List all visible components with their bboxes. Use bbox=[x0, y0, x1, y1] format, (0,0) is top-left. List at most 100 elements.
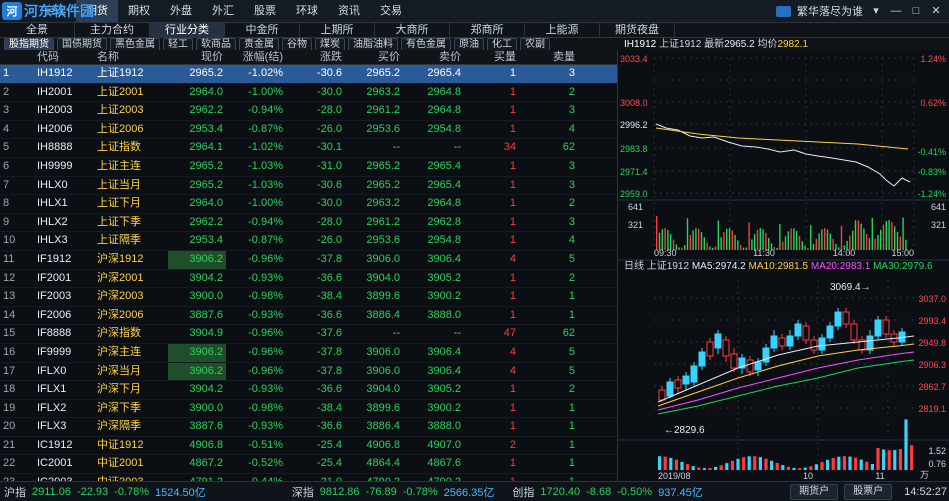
exchange-tabs: 全景 主力合约 行业分类 中金所 上期所 大商所 郑商所 上能源 期货夜盘 bbox=[0, 23, 949, 38]
column-header[interactable]: 卖量 bbox=[519, 50, 578, 64]
table-row[interactable]: 14 IF2006 沪深2006 3887.6 -0.93% -36.6 3886.4 388… bbox=[0, 307, 617, 326]
top-menu-item[interactable]: 股票 bbox=[244, 0, 286, 22]
contract-code: IC2001 bbox=[37, 457, 73, 470]
candle-body bbox=[674, 379, 682, 389]
top-menu-item[interactable]: 环球 bbox=[286, 0, 328, 22]
column-header[interactable]: 买价 bbox=[345, 50, 403, 64]
contract-name: 沪深2001 bbox=[97, 271, 144, 284]
table-row[interactable]: 20 IFLX3 沪深隔季 3887.6 -0.93% -36.6 3886.4 3888.0… bbox=[0, 418, 617, 437]
intraday-volume-bar bbox=[796, 231, 798, 250]
contract-code: IF2006 bbox=[37, 308, 72, 321]
exchange-tab[interactable]: 郑商所 bbox=[450, 23, 525, 37]
column-header[interactable] bbox=[0, 50, 34, 64]
table-row[interactable]: 5 IH8888 上证指数 2964.1 -1.02% -30.1 -- -- 34 62 bbox=[0, 139, 617, 158]
exchange-tab[interactable]: 中金所 bbox=[225, 23, 300, 37]
table-row[interactable]: 3 IH2003 上证2003 2962.2 -0.94% -28.0 2961.2 2964… bbox=[0, 102, 617, 121]
column-header[interactable]: 现价 bbox=[168, 50, 226, 64]
row-index: 19 bbox=[3, 401, 16, 414]
user-icon[interactable]: 👤 bbox=[775, 5, 791, 17]
exchange-tab[interactable]: 全景 bbox=[0, 23, 75, 37]
bid-price: 3886.4 bbox=[366, 308, 400, 321]
contract-name: 中证2001 bbox=[97, 457, 144, 470]
top-menu-item[interactable]: 外汇 bbox=[202, 0, 244, 22]
table-row[interactable]: 7 IHLX0 上证当月 2965.2 -1.03% -30.6 2965.2 2965.4 1… bbox=[0, 177, 617, 196]
bid-volume: 1 bbox=[509, 159, 516, 172]
table-row[interactable]: 18 IFLX1 沪深下月 3904.2 -0.93% -36.6 3904.0 3905.2… bbox=[0, 381, 617, 400]
table-row[interactable]: 10 IHLX3 上证隔季 2953.4 -0.87% -26.0 2953.6 2954.8… bbox=[0, 232, 617, 251]
candle-body bbox=[754, 361, 762, 371]
futures-account-button[interactable]: 期货户 bbox=[790, 483, 839, 500]
column-header[interactable]: 名称 bbox=[94, 50, 168, 64]
change-value: -26.0 bbox=[316, 234, 342, 247]
table-row[interactable]: 9 IHLX2 上证下季 2962.2 -0.94% -28.0 2961.2 2962.8 1… bbox=[0, 214, 617, 233]
maximize-icon[interactable]: □ bbox=[909, 4, 923, 18]
exchange-tab[interactable]: 期货夜盘 bbox=[600, 23, 675, 37]
stock-account-button[interactable]: 股票户 bbox=[844, 483, 893, 500]
kline-volume-bar bbox=[870, 463, 874, 470]
column-header[interactable]: 买量 bbox=[464, 50, 519, 64]
column-header[interactable]: 涨幅(结) bbox=[226, 50, 286, 64]
account-name[interactable]: 繁华落尽为谁 bbox=[797, 3, 863, 19]
table-row[interactable]: 17 IFLX0 沪深当月 3906.2 -0.96% -37.8 3906.0 3906.4… bbox=[0, 362, 617, 382]
kline-volume-bar bbox=[786, 466, 790, 470]
column-header[interactable]: 卖价 bbox=[403, 50, 464, 64]
intraday-volume-bar bbox=[815, 238, 817, 250]
exchange-tab[interactable]: 大商所 bbox=[375, 23, 450, 37]
bid-volume: 4 bbox=[509, 345, 516, 358]
ask-price: 3888.0 bbox=[427, 420, 461, 433]
table-row[interactable]: 21 IC1912 中证1912 4906.8 -0.51% -25.4 4906.8 490… bbox=[0, 437, 617, 456]
kline-volume-bar bbox=[686, 464, 690, 470]
intraday-volume-bar bbox=[762, 229, 764, 250]
table-row[interactable]: 8 IHLX1 上证下月 2964.0 -1.00% -30.0 2963.2 2964.8 1… bbox=[0, 195, 617, 214]
intraday-volume-bar bbox=[824, 228, 826, 250]
bid-price: 2963.2 bbox=[366, 197, 400, 210]
row-index: 18 bbox=[3, 383, 16, 396]
table-row[interactable]: 13 IF2003 沪深2003 3900.0 -0.98% -38.4 3899.6 390… bbox=[0, 288, 617, 307]
exchange-tab[interactable]: 上能源 bbox=[525, 23, 600, 37]
ask-volume: 5 bbox=[568, 252, 575, 265]
kline-high-annotation: 3069.4→ bbox=[830, 282, 871, 293]
top-menu-item[interactable]: 外盘 bbox=[160, 0, 202, 22]
table-row[interactable]: 2 IH2001 上证2001 2964.0 -1.00% -30.0 2963.2 2964… bbox=[0, 84, 617, 103]
top-menu-item[interactable]: 期权 bbox=[118, 0, 160, 22]
exchange-tab[interactable]: 行业分类 bbox=[150, 23, 225, 37]
table-row[interactable]: 12 IF2001 沪深2001 3904.2 -0.93% -36.6 3904.0 390… bbox=[0, 270, 617, 289]
settings-icon[interactable]: ▾ bbox=[869, 4, 883, 18]
intraday-y-left-label: 2959.0 bbox=[620, 189, 648, 199]
table-row[interactable]: 22 IC2001 中证2001 4867.2 -0.52% -25.4 4864.4 486… bbox=[0, 455, 617, 475]
table-row[interactable]: 15 IF8888 沪深指数 3904.9 -0.96% -37.6 -- -- 47 62 bbox=[0, 325, 617, 344]
bid-price: 2953.6 bbox=[366, 234, 400, 247]
minimize-icon[interactable]: — bbox=[889, 4, 903, 18]
table-row[interactable]: 6 IH9999 上证主连 2965.2 -1.03% -31.0 2965.2 2965.4… bbox=[0, 158, 617, 177]
candle-body bbox=[658, 389, 666, 401]
last-price: 2953.4 bbox=[189, 122, 223, 135]
kline-volume-bar bbox=[747, 456, 751, 470]
intraday-volume-bar bbox=[745, 247, 747, 250]
table-row[interactable]: 1 IH1912 上证1912 2965.2 -1.02% -30.6 2965.2 2965… bbox=[0, 65, 617, 84]
column-header[interactable]: 代码 bbox=[34, 50, 94, 64]
change-percent: -0.96% bbox=[248, 252, 283, 265]
exchange-tab[interactable]: 上期所 bbox=[300, 23, 375, 37]
table-row[interactable]: 19 IFLX2 沪深下季 3900.0 -0.98% -38.4 3899.6 3900.2… bbox=[0, 400, 617, 419]
change-value: -30.6 bbox=[316, 67, 342, 79]
table-row[interactable]: 4 IH2006 上证2006 2953.4 -0.87% -26.0 2953.6 2954… bbox=[0, 121, 617, 140]
table-row[interactable]: 11 IF1912 沪深1912 3906.2 -0.96% -37.8 3906.0 390… bbox=[0, 250, 617, 270]
ask-volume: 62 bbox=[562, 327, 575, 340]
close-icon[interactable]: ✕ bbox=[929, 4, 943, 18]
avg-label: 均价 bbox=[757, 39, 778, 50]
table-row[interactable]: 16 IF9999 沪深主连 3906.2 -0.96% -37.8 3906.0 3906.… bbox=[0, 343, 617, 363]
intraday-y-right-label: 1.24% bbox=[920, 54, 946, 64]
intraday-volume-bar bbox=[882, 224, 885, 250]
top-menu-item[interactable]: 资讯 bbox=[328, 0, 370, 22]
intraday-y-right-label: -0.41% bbox=[917, 147, 946, 157]
change-value: -36.6 bbox=[316, 383, 342, 396]
top-menu-item[interactable]: 交易 bbox=[370, 0, 412, 22]
kline-volume-bar bbox=[904, 419, 908, 470]
candle-body bbox=[866, 335, 874, 351]
change-percent: -0.87% bbox=[248, 234, 283, 247]
intraday-volume-bar bbox=[874, 238, 876, 250]
exchange-tab[interactable]: 主力合约 bbox=[75, 23, 150, 37]
contract-name: 上证下月 bbox=[97, 197, 141, 210]
column-header[interactable]: 涨跌 bbox=[286, 50, 345, 64]
contract-name: 沪深主连 bbox=[97, 345, 141, 358]
